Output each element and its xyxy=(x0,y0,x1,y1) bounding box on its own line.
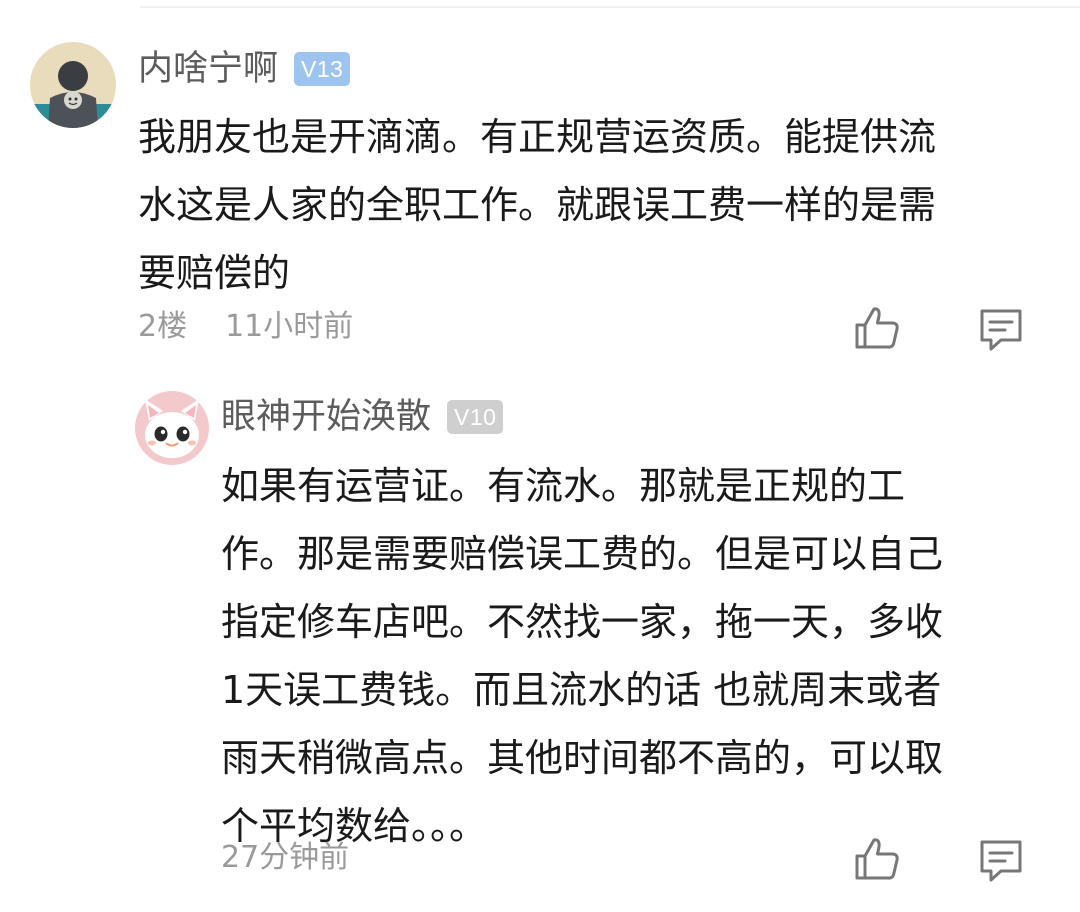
comment-header: 眼神开始涣散 V10 xyxy=(221,392,504,442)
avatar[interactable] xyxy=(30,42,116,128)
username[interactable]: 内啥宁啊 xyxy=(138,44,278,94)
level-badge: V10 xyxy=(447,400,504,434)
level-badge: V13 xyxy=(294,52,351,86)
comment-header: 内啥宁啊 V13 xyxy=(138,44,351,94)
timestamp: 11小时前 xyxy=(225,309,354,344)
username[interactable]: 眼神开始涣散 xyxy=(221,392,431,442)
thumbs-up-icon[interactable] xyxy=(853,304,901,352)
thumbs-up-icon[interactable] xyxy=(853,835,901,883)
comment-meta: 2楼 11小时前 xyxy=(138,307,353,347)
comment-icon[interactable] xyxy=(977,837,1025,885)
floor-number: 2楼 xyxy=(138,309,188,344)
comment-icon[interactable] xyxy=(977,306,1025,354)
timestamp: 27分钟前 xyxy=(221,840,350,875)
avatar[interactable] xyxy=(135,391,209,465)
comment-meta: 27分钟前 xyxy=(221,838,349,878)
comment-text: 如果有运营证。有流水。那就是正规的工 作。那是需要赔偿误工费的。但是可以自己 指… xyxy=(221,464,944,848)
top-divider xyxy=(140,6,1080,8)
comment-text: 我朋友也是开滴滴。有正规营运资质。能提供流 水这是人家的全职工作。就跟误工费一样… xyxy=(138,115,937,295)
